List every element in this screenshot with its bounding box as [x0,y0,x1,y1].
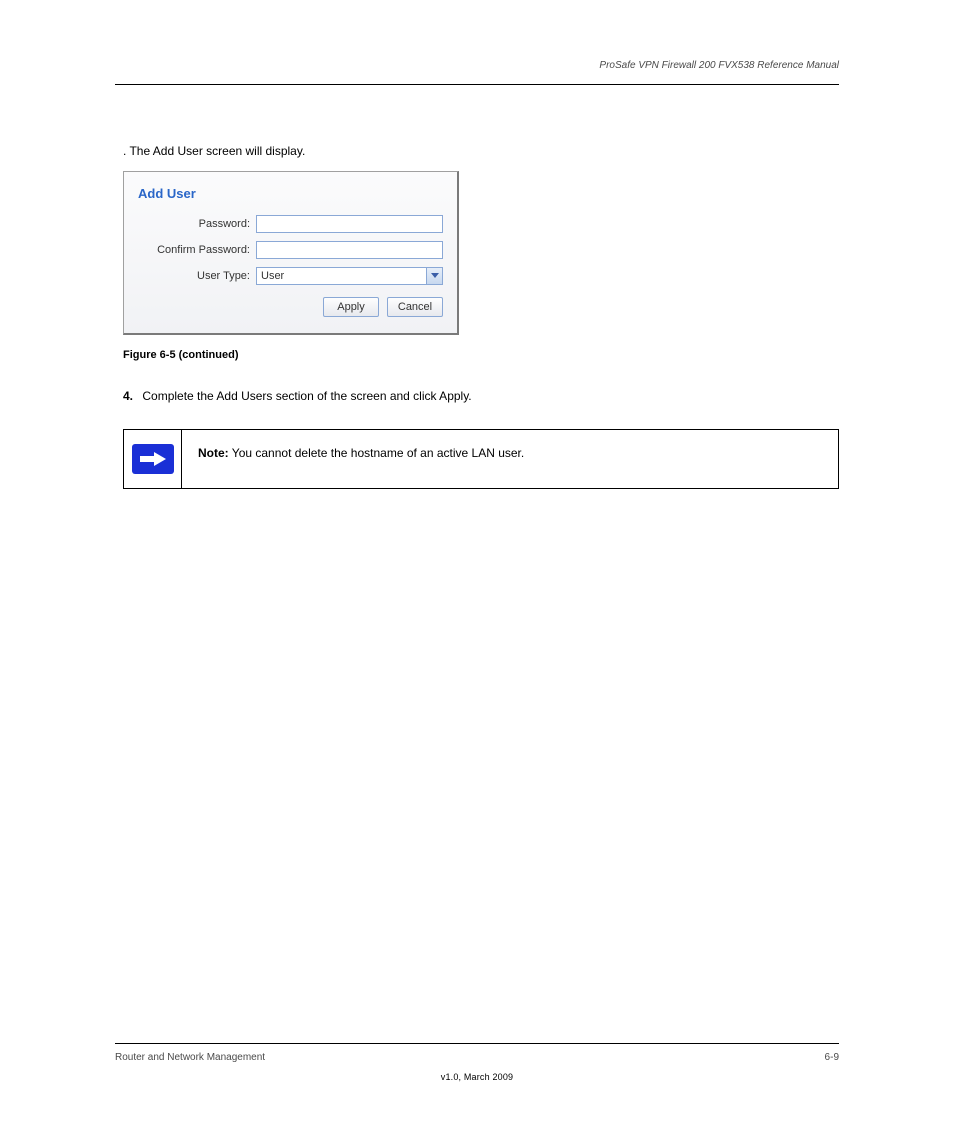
note-body: You cannot delete the hostname of an act… [232,446,524,460]
user-type-select[interactable]: User [256,267,443,285]
password-label: Password: [138,218,256,230]
footer-left: Router and Network Management [115,1052,265,1063]
note-box: Note: You cannot delete the hostname of … [123,429,839,489]
footer-right: 6-9 [825,1052,839,1063]
arrow-right-icon [132,444,174,474]
step-4-number: 4. [123,389,133,403]
confirm-password-row: Confirm Password: [138,241,443,259]
dialog-title: Add User [138,186,443,201]
instruction-text: . The Add User screen will display. [123,141,839,161]
cancel-button[interactable]: Cancel [387,297,443,317]
figure-caption: Figure 6-5 (continued) [123,349,839,361]
note-label: Note: [198,446,229,460]
user-type-value: User [257,270,426,282]
confirm-password-input[interactable] [256,241,443,259]
password-input[interactable] [256,215,443,233]
add-user-dialog: Add User Password: Confirm Password: Use… [123,171,459,335]
confirm-password-label: Confirm Password: [138,244,256,256]
doc-header-title: ProSafe VPN Firewall 200 FVX538 Referenc… [115,60,839,71]
footer-center: v1.0, March 2009 [441,1072,513,1082]
password-row: Password: [138,215,443,233]
step-4: 4. Complete the Add Users section of the… [123,389,839,403]
step-4-text: Complete the Add Users section of the sc… [142,389,471,403]
page-footer: Router and Network Management 6-9 v1.0, … [115,1043,839,1085]
note-icon-cell [124,430,182,488]
dialog-button-row: Apply Cancel [138,297,443,317]
apply-button[interactable]: Apply [323,297,379,317]
user-type-row: User Type: User [138,267,443,285]
chevron-down-icon [426,268,442,284]
user-type-label: User Type: [138,270,256,282]
note-text: Note: You cannot delete the hostname of … [182,430,838,488]
